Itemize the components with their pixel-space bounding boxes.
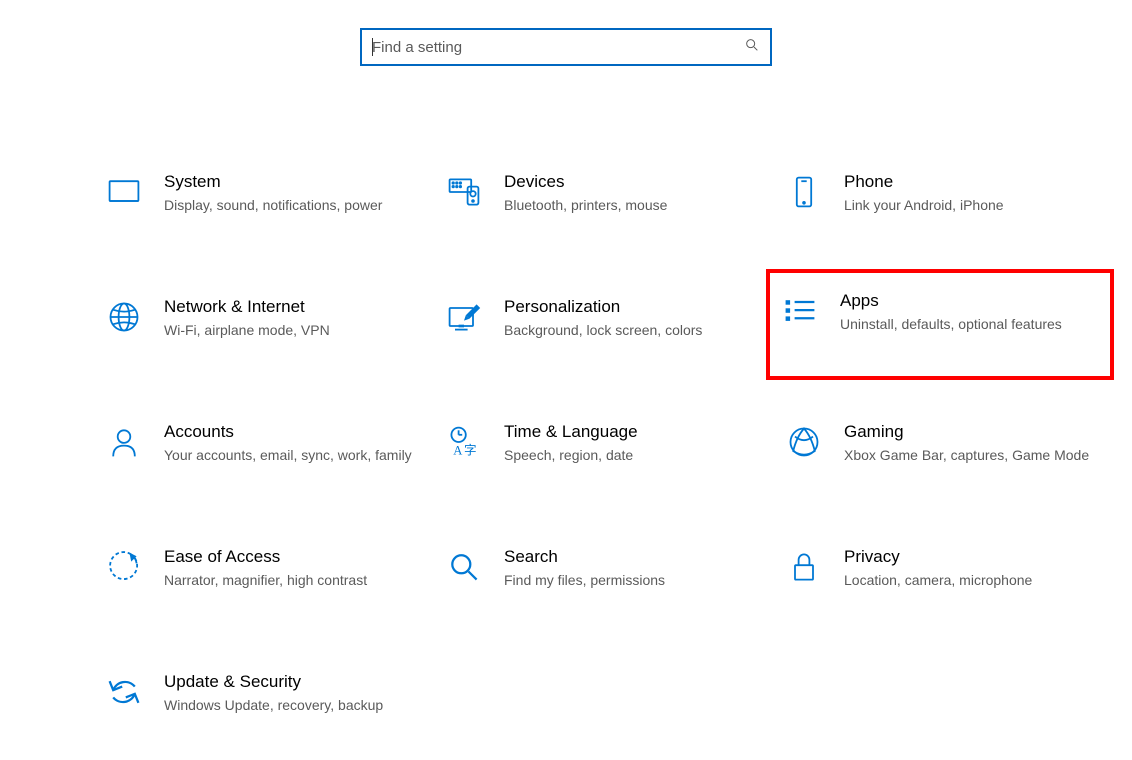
tile-title: Search xyxy=(504,547,756,567)
tile-network[interactable]: Network & Internet Wi-Fi, airplane mode,… xyxy=(100,291,420,346)
tile-title: Update & Security xyxy=(164,672,416,692)
tile-subtitle: Xbox Game Bar, captures, Game Mode xyxy=(844,446,1096,465)
tile-subtitle: Find my files, permissions xyxy=(504,571,756,590)
tile-title: Accounts xyxy=(164,422,416,442)
update-security-icon xyxy=(104,672,144,712)
tile-subtitle: Location, camera, microphone xyxy=(844,571,1096,590)
tile-title: Privacy xyxy=(844,547,1096,567)
privacy-icon xyxy=(784,547,824,587)
tile-subtitle: Bluetooth, printers, mouse xyxy=(504,196,756,215)
tile-title: Personalization xyxy=(504,297,756,317)
time-language-icon: A 字 xyxy=(444,422,484,462)
tile-subtitle: Link your Android, iPhone xyxy=(844,196,1096,215)
tile-apps[interactable]: Apps Uninstall, defaults, optional featu… xyxy=(766,269,1114,380)
system-icon xyxy=(104,172,144,212)
tile-subtitle: Narrator, magnifier, high contrast xyxy=(164,571,416,590)
search-input[interactable] xyxy=(372,39,744,56)
tile-subtitle: Background, lock screen, colors xyxy=(504,321,756,340)
tile-title: Phone xyxy=(844,172,1096,192)
apps-icon xyxy=(780,291,820,331)
tile-time-language[interactable]: A 字 Time & Language Speech, region, date xyxy=(440,416,760,471)
svg-text:A: A xyxy=(453,443,462,457)
tile-title: Ease of Access xyxy=(164,547,416,567)
text-caret xyxy=(372,38,373,56)
svg-text:字: 字 xyxy=(464,443,477,457)
tile-accounts[interactable]: Accounts Your accounts, email, sync, wor… xyxy=(100,416,420,471)
tile-title: System xyxy=(164,172,416,192)
tile-title: Time & Language xyxy=(504,422,756,442)
tile-phone[interactable]: Phone Link your Android, iPhone xyxy=(780,166,1100,221)
network-icon xyxy=(104,297,144,337)
search-box[interactable] xyxy=(360,28,772,66)
tile-personalization[interactable]: Personalization Background, lock screen,… xyxy=(440,291,760,346)
gaming-icon xyxy=(784,422,824,462)
tile-privacy[interactable]: Privacy Location, camera, microphone xyxy=(780,541,1100,596)
settings-grid: System Display, sound, notifications, po… xyxy=(0,166,1132,720)
tile-subtitle: Wi-Fi, airplane mode, VPN xyxy=(164,321,416,340)
accounts-icon xyxy=(104,422,144,462)
devices-icon xyxy=(444,172,484,212)
search-icon xyxy=(744,37,760,58)
phone-icon xyxy=(784,172,824,212)
tile-update-security[interactable]: Update & Security Windows Update, recove… xyxy=(100,666,420,721)
tile-subtitle: Your accounts, email, sync, work, family xyxy=(164,446,416,465)
tile-subtitle: Display, sound, notifications, power xyxy=(164,196,416,215)
tile-search[interactable]: Search Find my files, permissions xyxy=(440,541,760,596)
tile-gaming[interactable]: Gaming Xbox Game Bar, captures, Game Mod… xyxy=(780,416,1100,471)
tile-subtitle: Uninstall, defaults, optional features xyxy=(840,315,1100,334)
tile-subtitle: Speech, region, date xyxy=(504,446,756,465)
tile-ease-of-access[interactable]: Ease of Access Narrator, magnifier, high… xyxy=(100,541,420,596)
search-category-icon xyxy=(444,547,484,587)
ease-of-access-icon xyxy=(104,547,144,587)
tile-devices[interactable]: Devices Bluetooth, printers, mouse xyxy=(440,166,760,221)
tile-system[interactable]: System Display, sound, notifications, po… xyxy=(100,166,420,221)
personalization-icon xyxy=(444,297,484,337)
tile-title: Gaming xyxy=(844,422,1096,442)
tile-title: Devices xyxy=(504,172,756,192)
tile-subtitle: Windows Update, recovery, backup xyxy=(164,696,416,715)
tile-title: Network & Internet xyxy=(164,297,416,317)
tile-title: Apps xyxy=(840,291,1100,311)
